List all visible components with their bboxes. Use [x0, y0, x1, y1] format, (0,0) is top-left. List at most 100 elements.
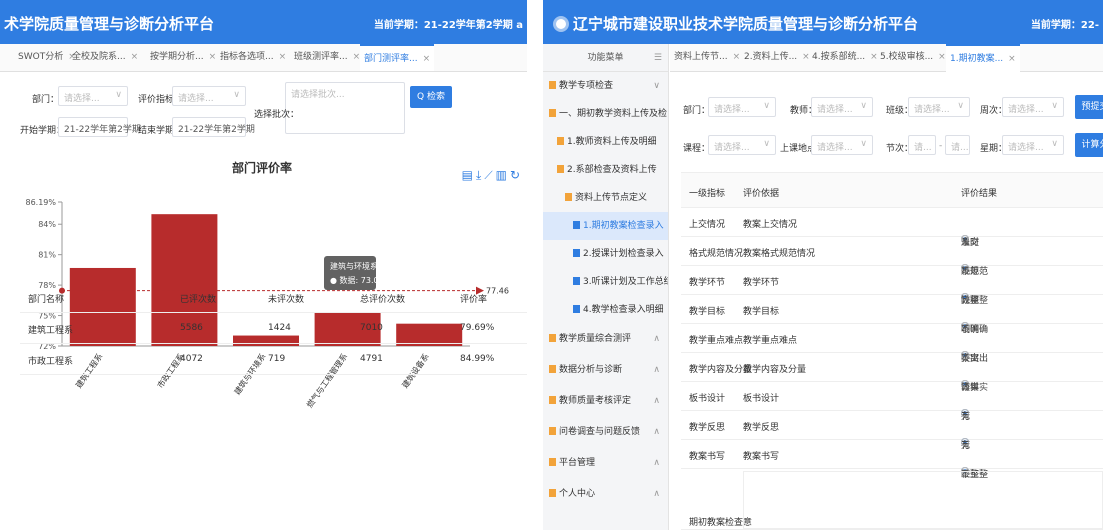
chart-title: 部门评价率	[232, 160, 292, 175]
sidebar-item[interactable]: 教学专项检查 ∨	[543, 72, 668, 100]
basis-cell: 教学重点难点	[743, 336, 798, 346]
cell: 7010	[360, 323, 383, 333]
sidebar-item[interactable]: 1.教师资料上传及明细	[543, 128, 668, 156]
placeholder: 请选择...	[1008, 105, 1044, 115]
tab-label: 5.校级审核...	[880, 52, 934, 62]
table-row: 建筑工程系 5586 1424 7010 79.69%	[20, 313, 527, 344]
close-icon[interactable]: ×	[209, 52, 217, 62]
sidebar-item[interactable]: 教师质量考核评定 ∧	[543, 386, 668, 417]
sidebar: 功能菜单 ☰ 教学专项检查 ∨ 一、期初教学资料上传及检 1.教师资料上传及明细 2.系部…	[543, 44, 669, 530]
weekday-select[interactable]: 请选择... ∨	[1002, 135, 1064, 155]
sidebar-item[interactable]: 2.授课计划检查录入	[543, 240, 668, 268]
tab-indicator-options[interactable]: 指标各选项... ×	[216, 44, 290, 71]
tab-lesson-plan-check[interactable]: 1.期初教案... ×	[946, 44, 1020, 72]
tab-label: 按学期分析...	[150, 52, 204, 62]
section-end-select[interactable]: 请...	[945, 135, 970, 155]
table-header: 部门名称 已评次数 未评次数 总评价次数 评价率	[20, 282, 527, 313]
indicator-cell: 教案书写	[689, 452, 726, 462]
sidebar-item[interactable]: 数据分析与诊断 ∧	[543, 355, 668, 386]
sidebar-item[interactable]: 个人中心 ∧	[543, 479, 668, 510]
sidebar-item-label: 4.教学检查录入明细	[583, 305, 664, 315]
folder-icon	[549, 109, 556, 117]
col-header: 部门名称	[28, 295, 65, 305]
calculate-score-button[interactable]: 计算分	[1075, 133, 1103, 157]
basis-cell: 教学目标	[743, 307, 780, 317]
tab-dept-rate[interactable]: 部门测评率... ×	[360, 44, 435, 71]
sidebar-item-label: 1.期初教案检查录入	[583, 221, 664, 231]
class-select[interactable]: 请选择... ∨	[908, 97, 970, 117]
course-select[interactable]: 请选择... ∨	[708, 135, 776, 155]
y-tick-label: 81%	[38, 251, 56, 260]
cell: 84.99%	[460, 354, 495, 364]
end-semester-select[interactable]: 21-22学年第2学期	[172, 117, 255, 137]
sidebar-item[interactable]: 4.教学检查录入明细	[543, 296, 668, 324]
close-icon[interactable]: ×	[131, 52, 139, 62]
close-icon[interactable]: ×	[733, 52, 741, 62]
teacher-select[interactable]: 请选择... ∨	[811, 97, 873, 117]
pre-submit-button[interactable]: 预提交	[1075, 95, 1103, 119]
sidebar-item[interactable]: 问卷调查与问题反馈 ∧	[543, 417, 668, 448]
grid-row: 格式规范情况 教案格式规范情况 规范 较规范 不规范	[681, 237, 1103, 277]
basis-cell: 教案上交情况	[743, 220, 798, 230]
grid-body: 上交情况 教案上交情况 及时 迟交 未交 格式规范情况 教案格式规范情况 规范 较规范 不规范 教学…	[681, 208, 1103, 480]
tab-label: 4.按系部统...	[812, 52, 866, 62]
tab-class-rate[interactable]: 班级测评率... ×	[290, 44, 364, 71]
week-select[interactable]: 请选择... ∨	[1002, 97, 1064, 117]
grid-row: 上交情况 教案上交情况 及时 迟交 未交	[681, 208, 1103, 248]
remark-textarea[interactable]	[743, 471, 1103, 529]
current-semester: 当前学期：22-	[1030, 20, 1099, 31]
sidebar-item[interactable]: 3.听课计划及工作总结	[543, 268, 668, 296]
sidebar-item[interactable]: 1.期初教案检查录入	[543, 212, 668, 240]
search-button[interactable]: Q 检索	[410, 86, 452, 108]
placeholder: 请选择批次...	[291, 90, 345, 100]
sidebar-item[interactable]: 教学质量综合测评 ∧	[543, 324, 668, 355]
start-semester-select[interactable]: 21-22学年第2学期	[58, 117, 141, 137]
sidebar-menu: 教学专项检查 ∨ 一、期初教学资料上传及检 1.教师资料上传及明细 2.系部检查及资料上…	[543, 72, 668, 510]
tab-dept-stats[interactable]: 4.按系部统... ×	[808, 44, 882, 71]
tab-by-semester[interactable]: 按学期分析... ×	[146, 44, 220, 71]
close-icon[interactable]: ×	[353, 52, 361, 62]
tab-bar: SWOT分析 × 全校及院系... × 按学期分析... × 指标各选项... × 班级…	[0, 44, 527, 72]
chevron-down-icon: ∨	[860, 139, 867, 149]
sidebar-item[interactable]: 2.系部检查及资料上传	[543, 156, 668, 184]
indicator-cell: 教学目标	[689, 307, 726, 317]
tab-label: SWOT分析	[18, 52, 64, 62]
indicator-cell: 上交情况	[689, 220, 726, 230]
close-icon[interactable]: ×	[423, 54, 431, 64]
tab-bar: 资料上传节... × 2.资料上传... × 4.按系部统... × 5.校级审核..…	[670, 44, 1103, 72]
document-icon	[573, 221, 580, 229]
folder-icon	[549, 81, 556, 89]
dept-select[interactable]: 请选择... ∨	[708, 97, 776, 117]
tab-school-dept[interactable]: 全校及院系... ×	[68, 44, 142, 71]
section-start-select[interactable]: 请...	[908, 135, 936, 155]
sidebar-item-label: 教师质量考核评定	[559, 396, 632, 406]
sidebar-item-label: 教学专项检查	[559, 81, 614, 91]
sidebar-item-label: 1.教师资料上传及明细	[567, 137, 657, 147]
dept-select[interactable]: 请选择... ∨	[58, 86, 128, 106]
close-icon[interactable]: ×	[279, 52, 287, 62]
chevron-down-icon: ∨	[860, 101, 867, 111]
batch-select[interactable]: 请选择批次...	[285, 82, 405, 134]
col-header: 评价结果	[961, 189, 998, 199]
cell: 1424	[268, 323, 291, 333]
chevron-icon: ∧	[653, 489, 660, 499]
sidebar-item-label: 2.授课计划检查录入	[583, 249, 664, 259]
tab-upload-node[interactable]: 资料上传节... ×	[670, 44, 744, 71]
sidebar-item[interactable]: 一、期初教学资料上传及检	[543, 100, 668, 128]
sidebar-item[interactable]: 资料上传节点定义	[543, 184, 668, 212]
app-header: 辽宁城市建设职业技术学院质量管理与诊断分析平台 当前学期：22-	[543, 0, 1103, 44]
close-icon[interactable]: ×	[938, 52, 946, 62]
cell: 市政工程系	[28, 357, 74, 367]
sidebar-item-label: 一、期初教学资料上传及检	[559, 109, 668, 119]
tab-upload-2[interactable]: 2.资料上传... ×	[740, 44, 814, 71]
basis-cell: 教案书写	[743, 452, 780, 462]
folder-icon	[549, 365, 556, 373]
indicator-select[interactable]: 请选择... ∨	[172, 86, 246, 106]
place-select[interactable]: 请选择... ∨	[811, 135, 873, 155]
sidebar-item[interactable]: 平台管理 ∧	[543, 448, 668, 479]
close-icon[interactable]: ×	[1008, 54, 1016, 64]
menu-icon[interactable]: ☰	[654, 44, 662, 72]
tab-school-review[interactable]: 5.校级审核... ×	[876, 44, 950, 71]
placeholder: 请选择...	[714, 105, 750, 115]
selected-value: 21-22学年第2学期	[64, 125, 141, 135]
